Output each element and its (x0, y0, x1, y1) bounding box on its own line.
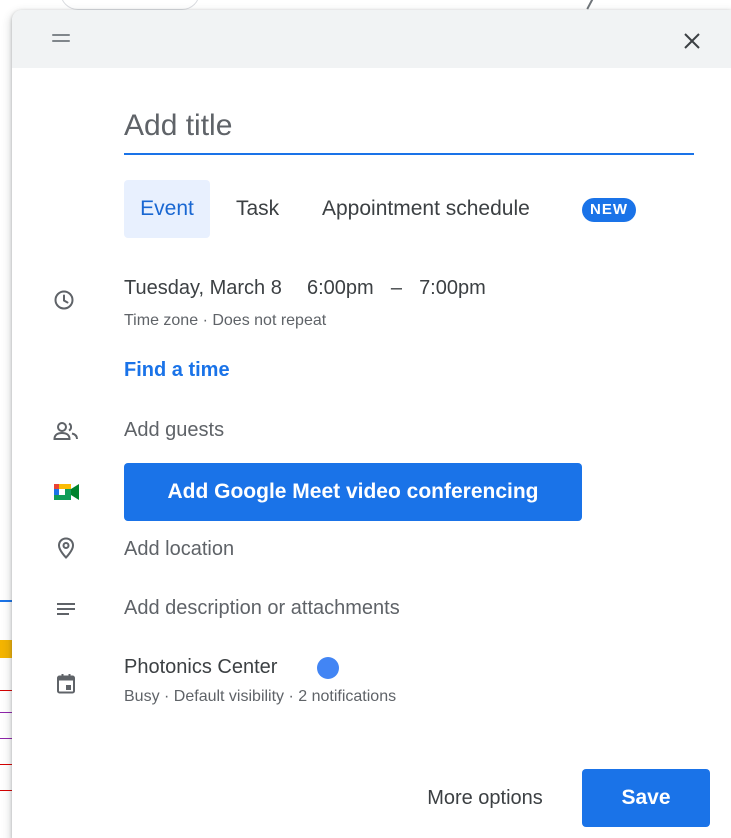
drag-handle-icon[interactable] (52, 34, 70, 44)
google-meet-icon (52, 480, 82, 504)
event-end-time[interactable]: 7:00pm (419, 277, 486, 299)
background-event-marker (0, 712, 12, 713)
add-guests-field[interactable]: Add guests (124, 419, 224, 442)
background-event-marker (0, 790, 12, 791)
background-event-marker (0, 600, 12, 602)
event-quick-create-dialog: Event Task Appointment schedule NEW Tues… (12, 10, 731, 838)
calendar-color-dot[interactable] (317, 657, 339, 679)
calendar-icon (54, 672, 78, 696)
tab-task[interactable]: Task (236, 180, 279, 238)
repeat-option[interactable]: Does not repeat (212, 312, 326, 329)
time-separator: – (390, 277, 402, 299)
tab-event[interactable]: Event (124, 180, 210, 238)
location-pin-icon (54, 536, 78, 560)
screen: Event Task Appointment schedule NEW Tues… (0, 0, 731, 838)
calendar-details[interactable]: Busy · Default visibility · 2 notificati… (124, 688, 396, 706)
dialog-header (12, 10, 731, 68)
save-button[interactable]: Save (582, 769, 710, 827)
background-event-marker (0, 640, 12, 658)
timezone-link[interactable]: Time zone (124, 312, 198, 329)
notes-icon (54, 598, 78, 622)
separator-dot: · (202, 312, 208, 329)
new-badge: NEW (582, 198, 636, 222)
datetime-summary[interactable]: Tuesday, March 8 6:00pm – 7:00pm (124, 277, 486, 300)
add-description-field[interactable]: Add description or attachments (124, 597, 400, 620)
background-app-fragment (60, 0, 200, 10)
background-app-fragment (586, 0, 596, 10)
close-icon[interactable] (680, 29, 704, 53)
calendar-name[interactable]: Photonics Center (124, 656, 277, 679)
event-date[interactable]: Tuesday, March 8 (124, 277, 282, 299)
clock-icon (52, 288, 76, 312)
event-start-time[interactable]: 6:00pm (307, 277, 374, 299)
add-google-meet-button[interactable]: Add Google Meet video conferencing (124, 463, 582, 521)
background-event-marker (0, 764, 12, 765)
background-event-marker (0, 738, 12, 739)
tab-appointment-schedule[interactable]: Appointment schedule (322, 180, 530, 238)
find-a-time-link[interactable]: Find a time (124, 359, 230, 382)
background-event-marker (0, 690, 12, 691)
more-options-button[interactable]: More options (398, 770, 572, 826)
people-icon (52, 419, 80, 443)
add-location-field[interactable]: Add location (124, 538, 234, 561)
datetime-options: Time zone · Does not repeat (124, 312, 326, 330)
title-input[interactable] (124, 105, 694, 155)
